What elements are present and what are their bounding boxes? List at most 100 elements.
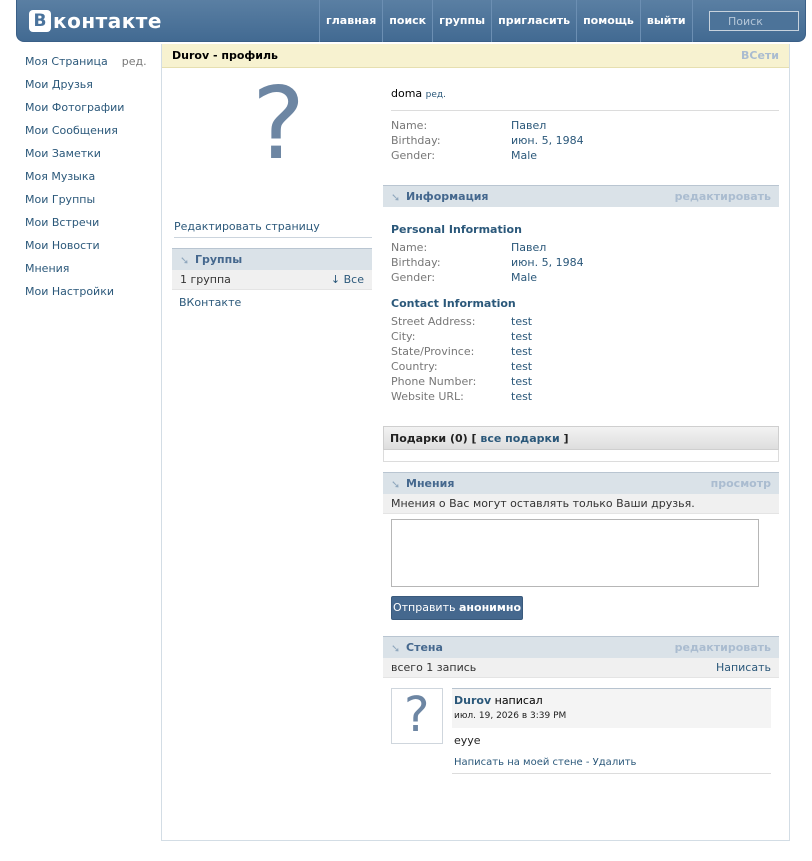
gifts-bracket: [	[471, 432, 477, 445]
nav-help[interactable]: помощь	[576, 0, 640, 42]
field-value[interactable]: Павел	[511, 119, 546, 132]
wall-write-link[interactable]: Написать	[716, 661, 771, 674]
gifts-section-header: Подарки (0) [ все подарки ]	[383, 426, 779, 450]
contact-info-title: Contact Information	[391, 297, 516, 310]
opinions-header-label: Мнения	[406, 477, 455, 490]
sidebar-edit-link[interactable]: ред.	[122, 55, 147, 78]
wall-count: всего 1 запись	[391, 661, 477, 674]
field-value[interactable]: test	[511, 315, 532, 328]
status-edit-link[interactable]: ред.	[426, 90, 446, 100]
field-label: Birthday:	[391, 256, 441, 269]
nav-invite[interactable]: пригласить	[491, 0, 576, 42]
all-gifts-link[interactable]: все подарки	[480, 432, 559, 445]
groups-section-header[interactable]: ➘ Группы	[172, 248, 372, 270]
sidebar-item-music[interactable]: Моя Музыка	[25, 170, 155, 193]
gifts-label: Подарки (0)	[390, 432, 468, 445]
info-header-label: Информация	[406, 190, 489, 203]
field-label: Name:	[391, 241, 428, 254]
nav-search[interactable]: поиск	[382, 0, 432, 42]
field-value[interactable]: Male	[511, 149, 537, 162]
wall-section-header[interactable]: ➘ Стена редактировать	[383, 636, 779, 658]
field-value[interactable]: июн. 5, 1984	[511, 256, 584, 269]
nav-groups[interactable]: группы	[432, 0, 491, 42]
field-value[interactable]: test	[511, 345, 532, 358]
sidebar-item-events[interactable]: Мои Встречи	[25, 216, 155, 239]
top-nav: главная поиск группы пригласить помощь в…	[319, 0, 693, 42]
field-label: Gender:	[391, 271, 436, 284]
sidebar-item-settings[interactable]: Мои Настройки	[25, 285, 155, 308]
sidebar-item-photos[interactable]: Мои Фотографии	[25, 101, 155, 124]
nav-logout[interactable]: выйти	[639, 0, 693, 42]
logo-letter: В	[29, 10, 51, 32]
section-arrow-icon: ➘	[391, 478, 401, 491]
opinions-note-bar: Мнения о Вас могут оставлять только Ваши…	[383, 494, 779, 514]
divider	[452, 773, 771, 774]
wall-edit-link[interactable]: редактировать	[675, 641, 771, 654]
field-label: City:	[391, 330, 416, 343]
section-arrow-icon: ➘	[391, 191, 401, 204]
wall-sub-bar: всего 1 запись Написать	[383, 658, 779, 678]
sidebar-item-friends[interactable]: Мои Друзья	[25, 78, 155, 101]
field-label: Name:	[391, 119, 428, 132]
sidebar-item-my-page[interactable]: Моя Страница ред.	[25, 55, 155, 78]
search-input[interactable]: Поиск	[709, 11, 799, 31]
logo-text: контакте	[53, 9, 162, 33]
status-text: doma	[391, 87, 423, 100]
post-author[interactable]: Durov	[454, 694, 491, 707]
sidebar-item-opinions[interactable]: Мнения	[25, 262, 155, 285]
section-arrow-icon: ➘	[180, 254, 190, 267]
groups-all-link[interactable]: ↓ Все	[331, 273, 364, 286]
sidebar-item-groups[interactable]: Мои Группы	[25, 193, 155, 216]
section-arrow-icon: ➘	[391, 642, 401, 655]
gifts-bracket: ]	[563, 432, 569, 445]
post-header: Durov написал июл. 19, 2026 в 3:39 PM	[452, 688, 771, 728]
divider	[391, 110, 779, 111]
info-edit-link[interactable]: редактировать	[675, 190, 771, 203]
field-label: Website URL:	[391, 390, 464, 403]
opinions-note: Мнения о Вас могут оставлять только Ваши…	[391, 497, 695, 510]
status-line: doma ред.	[391, 87, 446, 100]
field-value[interactable]: test	[511, 390, 532, 403]
gifts-title: Подарки (0) [ все подарки ]	[390, 432, 569, 445]
post-date: июл. 19, 2026 в 3:39 PM	[454, 711, 567, 721]
field-label: Gender:	[391, 149, 436, 162]
profile-main: Durov - профиль ВСети ? Редактировать ст…	[161, 44, 790, 841]
groups-count: 1 группа	[180, 273, 231, 286]
personal-info-title: Personal Information	[391, 223, 522, 236]
field-value[interactable]: test	[511, 330, 532, 343]
info-section-header[interactable]: ➘ Информация редактировать	[383, 185, 779, 207]
avatar-placeholder-icon[interactable]: ?	[252, 74, 305, 174]
edit-page-link[interactable]: Редактировать страницу	[174, 220, 372, 238]
nav-home[interactable]: главная	[319, 0, 382, 42]
sidebar: Моя Страница ред. Мои Друзья Мои Фотогра…	[25, 55, 155, 308]
field-value[interactable]: test	[511, 375, 532, 388]
groups-header-label: Группы	[195, 253, 243, 266]
opinions-section-header[interactable]: ➘ Мнения просмотр	[383, 472, 779, 494]
field-label: Phone Number:	[391, 375, 477, 388]
vkontakte-logo[interactable]: В контакте	[29, 9, 162, 33]
button-label-bold: анонимно	[458, 601, 522, 614]
field-label: Birthday:	[391, 134, 441, 147]
field-value[interactable]: test	[511, 360, 532, 373]
top-header: В контакте главная поиск группы пригласи…	[16, 0, 806, 42]
post-actions[interactable]: Написать на моей стене - Удалить	[454, 757, 636, 768]
gifts-body	[383, 450, 779, 462]
avatar-placeholder-icon: ?	[404, 687, 430, 743]
sidebar-item-label[interactable]: Моя Страница	[25, 55, 108, 78]
groups-sub-bar: 1 группа ↓ Все	[172, 270, 372, 290]
opinions-view-link[interactable]: просмотр	[711, 477, 771, 490]
sidebar-item-messages[interactable]: Мои Сообщения	[25, 124, 155, 147]
post-avatar[interactable]: ?	[391, 687, 443, 744]
field-value[interactable]: Male	[511, 271, 537, 284]
sidebar-item-notes[interactable]: Мои Заметки	[25, 147, 155, 170]
send-anonymous-button[interactable]: Отправить анонимно	[391, 596, 523, 620]
field-label: State/Province:	[391, 345, 475, 358]
field-value[interactable]: июн. 5, 1984	[511, 134, 584, 147]
button-label: Отправить	[392, 601, 456, 614]
group-item-vkontakte[interactable]: ВКонтакте	[179, 296, 241, 309]
opinion-textarea[interactable]	[391, 519, 759, 587]
post-text: eyye	[454, 734, 481, 747]
sidebar-item-news[interactable]: Мои Новости	[25, 239, 155, 262]
online-link[interactable]: ВСети	[741, 49, 779, 62]
field-value[interactable]: Павел	[511, 241, 546, 254]
